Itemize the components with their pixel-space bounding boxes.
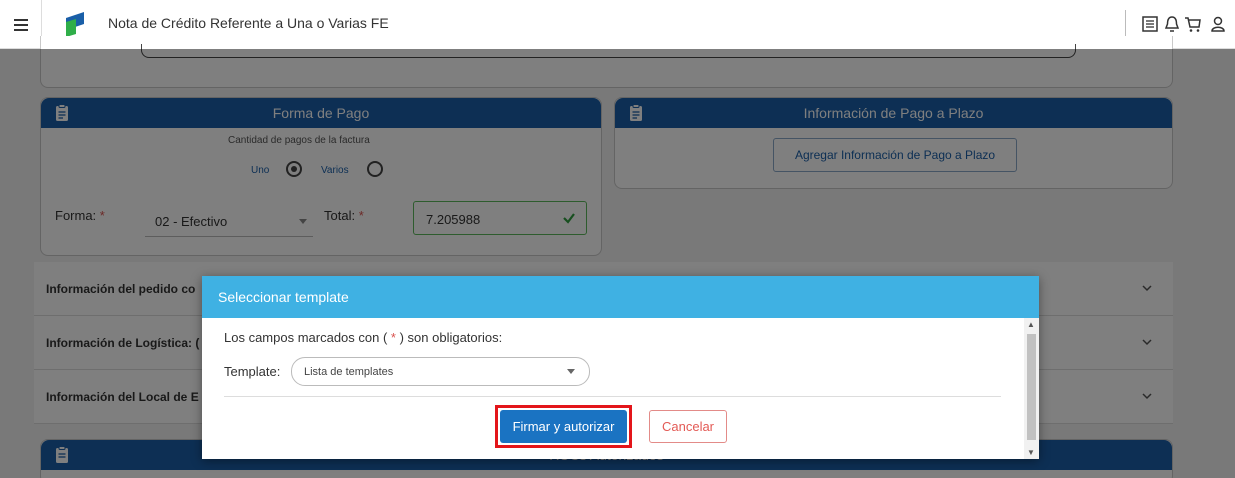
- required-note: Los campos marcados con ( * ) son obliga…: [224, 330, 503, 345]
- cart-icon[interactable]: [1183, 14, 1203, 34]
- template-placeholder: Lista de templates: [304, 366, 394, 378]
- template-label: Template:: [224, 364, 281, 379]
- scroll-down-icon[interactable]: ▼: [1027, 448, 1035, 457]
- required-star: *: [387, 330, 400, 345]
- modal-title: Seleccionar template: [202, 276, 1039, 318]
- cancel-button[interactable]: Cancelar: [649, 410, 727, 443]
- modal-scrollbar[interactable]: ▲ ▼: [1024, 318, 1039, 459]
- top-divider: [1125, 10, 1126, 36]
- scroll-up-icon[interactable]: ▲: [1027, 320, 1035, 329]
- user-icon[interactable]: [1208, 14, 1228, 34]
- template-select[interactable]: Lista de templates: [291, 357, 590, 386]
- modal-divider: [224, 396, 1001, 397]
- app-logo: [66, 12, 84, 37]
- modal-body: Los campos marcados con ( * ) son obliga…: [202, 318, 1024, 459]
- chevron-down-icon: [567, 369, 575, 374]
- page-title: Nota de Crédito Referente a Una o Varias…: [108, 15, 389, 31]
- bell-icon[interactable]: [1162, 14, 1182, 34]
- select-template-modal: Seleccionar template Los campos marcados…: [202, 276, 1039, 459]
- list-icon[interactable]: [1140, 14, 1160, 34]
- scrollbar-thumb[interactable]: [1027, 334, 1036, 440]
- sign-and-authorize-button[interactable]: Firmar y autorizar: [500, 410, 627, 443]
- menu-icon[interactable]: [0, 0, 42, 49]
